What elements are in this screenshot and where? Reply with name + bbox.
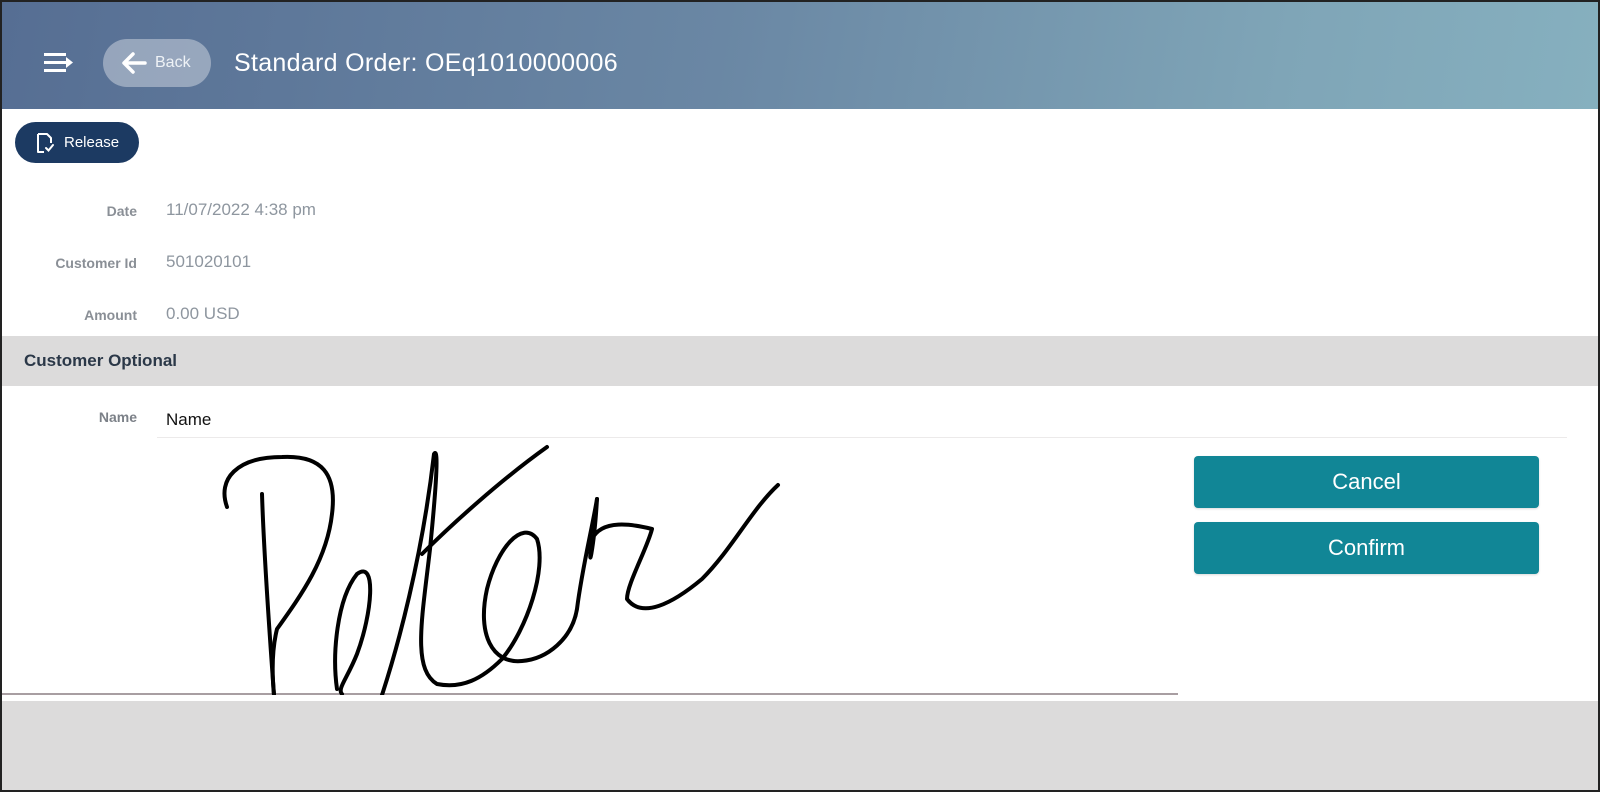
cancel-button[interactable]: Cancel bbox=[1194, 456, 1539, 508]
footer-bar bbox=[2, 701, 1598, 790]
field-label: Customer Id bbox=[55, 255, 137, 271]
menu-button[interactable] bbox=[42, 50, 76, 76]
field-value: 501020101 bbox=[166, 252, 252, 271]
field-label: Date bbox=[106, 203, 137, 219]
arrow-left-icon bbox=[122, 52, 147, 74]
field-customer-id: Customer Id 501020101 bbox=[2, 252, 602, 276]
release-label: Release bbox=[64, 134, 120, 151]
signature-pad[interactable] bbox=[2, 439, 1178, 697]
page-title: Standard Order: OEq1010000006 bbox=[234, 49, 618, 77]
section-title: Customer Optional bbox=[24, 351, 178, 370]
field-date: Date 11/07/2022 4:38 pm bbox=[2, 200, 602, 224]
document-check-icon bbox=[37, 132, 54, 153]
section-header: Customer Optional bbox=[2, 336, 1598, 386]
confirm-button[interactable]: Confirm bbox=[1194, 522, 1539, 574]
menu-arrow-icon bbox=[44, 53, 73, 72]
back-button[interactable]: Back bbox=[103, 39, 211, 87]
field-value: 11/07/2022 4:38 pm bbox=[166, 200, 316, 219]
release-button[interactable]: Release bbox=[15, 122, 139, 163]
name-input[interactable] bbox=[157, 402, 1567, 438]
name-label: Name bbox=[98, 409, 137, 425]
field-value: 0.00 USD bbox=[166, 304, 240, 323]
field-amount: Amount 0.00 USD bbox=[2, 304, 602, 328]
field-label: Amount bbox=[84, 307, 137, 323]
signature-drawing bbox=[222, 445, 780, 697]
back-label: Back bbox=[155, 54, 191, 71]
app-header: Back Standard Order: OEq1010000006 bbox=[2, 2, 1598, 109]
